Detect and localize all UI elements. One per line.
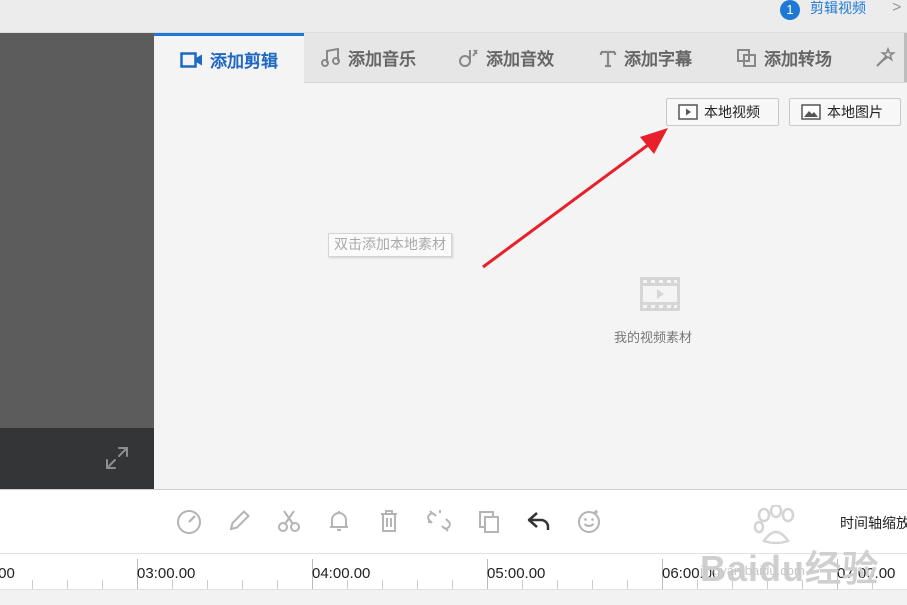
tick-label: 03:00.00 — [137, 565, 196, 582]
smiley-icon[interactable] — [575, 507, 603, 535]
play-video-icon — [678, 104, 698, 120]
ruler-minor-tick — [417, 580, 418, 589]
film-icon — [640, 277, 680, 311]
local-image-label: 本地图片 — [827, 104, 883, 120]
baidu-paw-logo — [753, 505, 795, 545]
edit-pencil-icon[interactable] — [225, 507, 253, 535]
fullscreen-icon[interactable] — [104, 445, 130, 471]
red-arrow-annotation — [482, 128, 668, 269]
trash-icon[interactable] — [375, 507, 403, 535]
ruler-minor-tick — [452, 580, 453, 589]
ruler-minor-tick — [627, 580, 628, 589]
tab-label: 添加音乐 — [348, 50, 416, 69]
tab-add-subtitle[interactable]: 添加字幕 — [582, 33, 720, 82]
undo-icon[interactable] — [525, 507, 553, 535]
tick-label: .00 — [0, 565, 15, 582]
ruler-minor-tick — [32, 580, 33, 589]
text-icon — [599, 50, 617, 67]
tick-label: 04:00.00 — [312, 565, 371, 582]
tab-add-sound-effect[interactable]: 添加音效 — [442, 33, 582, 82]
ruler-minor-tick — [67, 580, 68, 589]
double-click-hint: 双击添加本地素材 — [328, 233, 452, 257]
ruler-minor-tick — [557, 580, 558, 589]
bell-icon[interactable] — [325, 507, 353, 535]
video-camera-icon — [180, 51, 202, 68]
tab-label: 添加音效 — [486, 50, 554, 69]
effects-wand-icon[interactable] — [874, 47, 896, 69]
local-image-button[interactable]: 本地图片 — [789, 98, 901, 126]
music-note-icon — [321, 47, 340, 67]
local-video-label: 本地视频 — [704, 104, 760, 120]
speed-icon[interactable] — [175, 507, 203, 535]
preview-controls — [0, 428, 154, 489]
watermark-url: jingyan.baidu.com — [700, 563, 805, 578]
top-bar — [0, 0, 907, 33]
tab-label: 添加转场 — [764, 50, 832, 69]
tab-label: 添加剪辑 — [210, 52, 278, 71]
my-video-materials-label: 我的视频素材 — [614, 330, 693, 345]
image-icon — [801, 104, 821, 120]
ruler-minor-tick — [382, 580, 383, 589]
tab-add-clip[interactable]: 添加剪辑 — [154, 33, 304, 83]
chevron-right-icon[interactable]: > — [892, 0, 901, 16]
step-label-edit-video[interactable]: 剪辑视频 — [810, 0, 866, 16]
copy-icon[interactable] — [475, 507, 503, 535]
sound-effect-icon — [459, 48, 478, 67]
tab-label: 添加字幕 — [624, 50, 692, 69]
tab-add-music[interactable]: 添加音乐 — [304, 33, 442, 82]
timeline-zoom-label[interactable]: 时间轴缩放 — [840, 513, 907, 533]
ruler-minor-tick — [277, 580, 278, 589]
ruler-minor-tick — [102, 580, 103, 589]
transition-icon — [737, 48, 756, 67]
tab-add-transition[interactable]: 添加转场 — [720, 33, 860, 82]
tick-label: 05:00.00 — [487, 565, 546, 582]
scissors-icon[interactable] — [275, 507, 303, 535]
ruler-minor-tick — [242, 580, 243, 589]
ruler-minor-tick — [207, 580, 208, 589]
unlink-icon[interactable] — [425, 507, 453, 535]
ruler-minor-tick — [592, 580, 593, 589]
video-preview — [0, 33, 154, 428]
local-video-button[interactable]: 本地视频 — [666, 98, 779, 126]
step-number-badge[interactable]: 1 — [780, 0, 800, 20]
